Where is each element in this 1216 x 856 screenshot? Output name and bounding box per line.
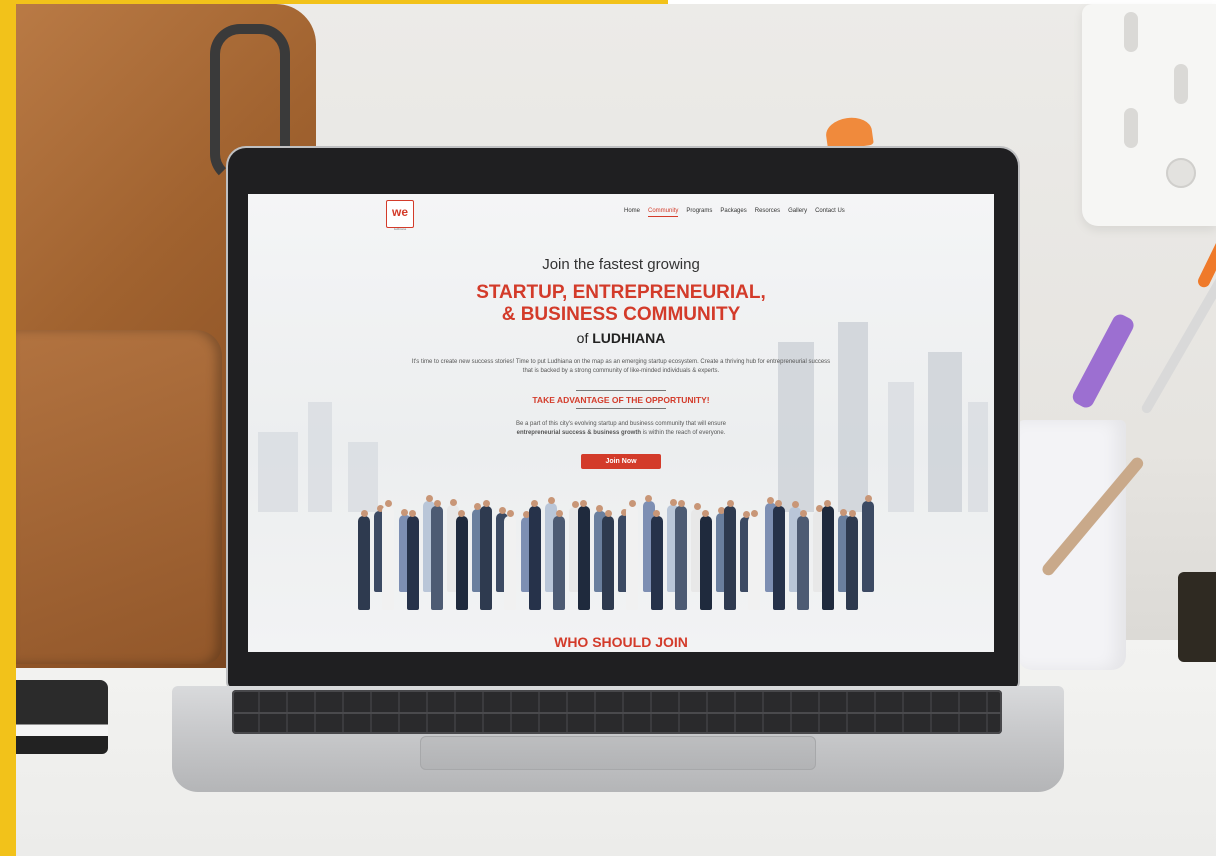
crowd-person-head bbox=[693, 503, 701, 510]
crowd-person bbox=[675, 506, 688, 610]
crowd-person-head bbox=[384, 500, 392, 507]
organizer-slot bbox=[1174, 64, 1188, 104]
nav-item-home[interactable]: Home bbox=[624, 208, 640, 217]
crowd-person-head bbox=[360, 510, 368, 517]
crowd-person bbox=[504, 516, 517, 610]
main-nav: Home Community Programs Packages Resorce… bbox=[624, 208, 845, 217]
crowd-person-head bbox=[677, 500, 685, 507]
crowd-person-head bbox=[506, 510, 514, 517]
crowd-person bbox=[626, 506, 639, 610]
opportunity-text-end: is within the reach of everyone. bbox=[642, 430, 726, 436]
crowd-person-head bbox=[628, 500, 636, 507]
logo-subtext: ludhiana bbox=[393, 227, 407, 231]
crowd-person bbox=[846, 516, 858, 610]
hero-headline-line2: & BUSINESS COMMUNITY bbox=[501, 304, 741, 325]
organizer-knob bbox=[1166, 158, 1196, 188]
nav-item-gallery[interactable]: Gallery bbox=[788, 208, 807, 217]
crowd-person-head bbox=[555, 510, 563, 517]
crowd-person bbox=[528, 506, 541, 610]
join-now-button[interactable]: Join Now bbox=[581, 454, 661, 469]
crowd-person bbox=[797, 516, 810, 610]
skyline-building bbox=[308, 402, 332, 512]
crowd-person bbox=[480, 506, 492, 610]
crowd-person bbox=[748, 516, 761, 610]
skyline-building bbox=[258, 432, 298, 512]
crowd-person bbox=[431, 506, 444, 610]
yellow-frame-left bbox=[0, 0, 16, 856]
crowd-person-head bbox=[799, 510, 807, 517]
opportunity-text: Be a part of this city's evolving startu… bbox=[448, 420, 794, 438]
crowd-person bbox=[602, 516, 614, 610]
crowd-person-head bbox=[498, 507, 506, 514]
crowd-person-head bbox=[791, 501, 799, 508]
organizer-slot bbox=[1124, 12, 1138, 52]
desk-object bbox=[1178, 572, 1216, 662]
crowd-person bbox=[650, 516, 663, 610]
crowd-person-head bbox=[750, 510, 758, 517]
opportunity-text-bold: entrepreneurial success & business growt… bbox=[516, 430, 641, 436]
crowd-person bbox=[821, 506, 834, 610]
hero-city: LUDHIANA bbox=[592, 330, 666, 346]
nav-item-community[interactable]: Community bbox=[648, 208, 679, 217]
hero-intro: Join the fastest growing bbox=[542, 256, 700, 273]
crowd-person-head bbox=[425, 495, 433, 502]
crowd-person-head bbox=[482, 500, 490, 507]
laptop-trackpad bbox=[420, 736, 816, 770]
crowd-person bbox=[406, 516, 419, 610]
crowd-person bbox=[772, 506, 785, 610]
divider-top bbox=[576, 390, 666, 391]
crowd-person-head bbox=[864, 495, 872, 502]
keyboard-row bbox=[232, 712, 1002, 714]
crowd-person bbox=[699, 516, 712, 610]
hero-of-prefix: of bbox=[576, 330, 589, 346]
hero-city-line: of LUDHIANA bbox=[248, 330, 994, 346]
crowd-person bbox=[382, 506, 395, 610]
crowd-person-head bbox=[848, 510, 856, 517]
crowd-person-head bbox=[604, 510, 612, 517]
hero-description: It's time to create new success stories!… bbox=[411, 359, 831, 374]
section-title-who-should-join: WHO SHOULD JOIN bbox=[554, 634, 688, 650]
nav-item-programs[interactable]: Programs bbox=[686, 208, 712, 217]
notebook bbox=[16, 680, 108, 754]
hero-headline-line1: STARTUP, ENTREPRENEURIAL, bbox=[476, 282, 766, 303]
crowd-person bbox=[455, 516, 468, 610]
site-logo[interactable]: we ludhiana bbox=[386, 200, 414, 231]
crowd-person-head bbox=[449, 499, 457, 506]
skyline-building bbox=[928, 352, 962, 512]
crowd-person bbox=[358, 516, 370, 610]
opportunity-text-start: Be a part of this city's evolving startu… bbox=[516, 421, 726, 427]
crowd-person-head bbox=[547, 497, 555, 504]
crowd-person-head bbox=[571, 501, 579, 508]
opportunity-heading: TAKE ADVANTAGE OF THE OPPORTUNITY! bbox=[532, 395, 710, 405]
skyline-building bbox=[838, 322, 868, 512]
skyline-building bbox=[968, 402, 988, 512]
nav-item-resources[interactable]: Resorces bbox=[755, 208, 780, 217]
crowd-person bbox=[862, 501, 875, 592]
hero-headline: STARTUP, ENTREPRENEURIAL, & BUSINESS COM… bbox=[248, 282, 994, 326]
community-crowd-image bbox=[358, 490, 884, 610]
bag-pocket bbox=[16, 330, 222, 664]
wall-organizer bbox=[1082, 4, 1216, 226]
crowd-person-head bbox=[433, 500, 441, 507]
nav-item-packages[interactable]: Packages bbox=[720, 208, 746, 217]
organizer-slot bbox=[1124, 108, 1138, 148]
crowd-person-head bbox=[669, 499, 677, 506]
crowd-person bbox=[577, 506, 590, 610]
logo-text: we bbox=[391, 205, 408, 219]
crowd-person-head bbox=[726, 500, 734, 507]
crowd-person bbox=[553, 516, 566, 610]
crowd-person bbox=[724, 506, 736, 610]
nav-item-contact[interactable]: Contact Us bbox=[815, 208, 845, 217]
divider-bottom bbox=[576, 408, 666, 409]
laptop-screen: we ludhiana Home Community Programs Pack… bbox=[248, 194, 994, 652]
